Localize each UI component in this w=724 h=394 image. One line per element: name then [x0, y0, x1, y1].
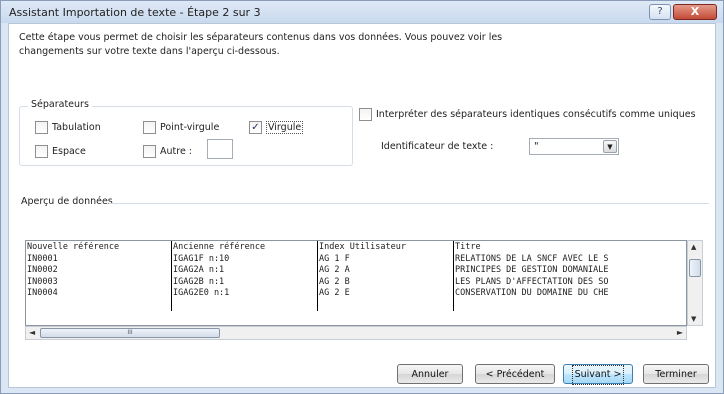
- scroll-left-icon[interactable]: ◄: [29, 328, 35, 337]
- instructions: Cette étape vous permet de choisir les s…: [19, 31, 659, 59]
- horizontal-scroll-thumb[interactable]: III: [40, 328, 220, 338]
- cancel-button-label: Annuler: [411, 369, 449, 380]
- preview-column-header: Titre: [455, 242, 481, 252]
- import-wizard-window: Assistant Importation de texte - Étape 2…: [0, 0, 724, 394]
- preview-divider: [109, 203, 709, 204]
- dialog-body: Cette étape vous permet de choisir les s…: [8, 23, 716, 388]
- preview-cell: IGAG1F n:10: [173, 253, 230, 264]
- preview-vertical-scrollbar[interactable]: ▲ ▼: [687, 240, 703, 326]
- tab-checkbox-box[interactable]: [35, 121, 48, 134]
- preview-cell: IGAG2E0 n:1: [173, 288, 230, 298]
- preview-column-2[interactable]: Ancienne référence IGAG1F n:10 IGAG2A n:…: [172, 241, 318, 311]
- preview-column-4[interactable]: Titre RELATIONS DE LA SNCF AVEC LE S PRI…: [454, 241, 686, 311]
- preview-column-1[interactable]: Nouvelle référence IN0001 IN0002 IN0003 …: [26, 241, 172, 311]
- tab-checkbox-label: Tabulation: [52, 122, 101, 133]
- preview-column-3[interactable]: Index Utilisateur AG 1 F AG 2 A AG 2 B A…: [318, 241, 454, 311]
- preview-cell: IGAG2A n:1: [173, 265, 225, 275]
- preview-cell: AG 2 E: [319, 288, 350, 298]
- scroll-up-icon[interactable]: ▲: [691, 243, 696, 251]
- finish-button-label: Terminer: [655, 369, 697, 380]
- other-checkbox-label: Autre :: [160, 146, 193, 157]
- preview-cell: LES PLANS D'AFFECTATION DES SO: [455, 276, 609, 287]
- preview-horizontal-scrollbar[interactable]: ◄ III ►: [25, 326, 687, 340]
- preview-label: Aperçu de données: [21, 196, 113, 207]
- comma-checkbox-box[interactable]: ✓: [249, 121, 262, 134]
- text-qualifier-label: Identificateur de texte :: [381, 141, 494, 152]
- comma-checkbox-label: Virgule: [266, 121, 304, 134]
- text-qualifier-select[interactable]: " ▼: [529, 138, 619, 155]
- space-checkbox-label: Espace: [52, 146, 86, 157]
- vertical-scroll-thumb[interactable]: [689, 259, 701, 277]
- cancel-button[interactable]: Annuler: [397, 364, 463, 384]
- chevron-down-icon[interactable]: ▼: [603, 140, 617, 153]
- preview-cell: IGAG2B n:1: [173, 276, 225, 287]
- previous-button[interactable]: < Précédent: [475, 364, 555, 384]
- preview-cell: IN0004: [27, 288, 58, 298]
- other-checkbox-box[interactable]: [143, 145, 156, 158]
- comma-checkbox[interactable]: ✓ Virgule: [249, 121, 304, 134]
- close-button[interactable]: X: [673, 4, 717, 20]
- preview-column-header: Index Utilisateur: [319, 242, 406, 252]
- space-checkbox[interactable]: Espace: [35, 145, 86, 158]
- previous-button-label: < Précédent: [485, 369, 545, 380]
- preview-cell: AG 2 A: [319, 265, 350, 275]
- window-title: Assistant Importation de texte - Étape 2…: [9, 6, 261, 19]
- other-checkbox[interactable]: Autre :: [143, 145, 192, 158]
- preview-column-header: Ancienne référence: [173, 242, 266, 252]
- semicolon-checkbox[interactable]: Point-virgule: [143, 121, 219, 134]
- semicolon-checkbox-box[interactable]: [143, 121, 156, 134]
- preview-cell: AG 2 B: [319, 276, 350, 287]
- preview-cell: AG 1 F: [319, 253, 350, 264]
- text-qualifier-value: ": [534, 141, 539, 152]
- preview-column-header: Nouvelle référence: [27, 242, 120, 252]
- finish-button[interactable]: Terminer: [643, 364, 709, 384]
- help-button[interactable]: ?: [649, 4, 671, 20]
- preview-cell: IN0003: [27, 276, 58, 287]
- other-separator-input[interactable]: [207, 139, 233, 159]
- space-checkbox-box[interactable]: [35, 145, 48, 158]
- title-bar[interactable]: Assistant Importation de texte - Étape 2…: [1, 1, 723, 23]
- scroll-right-icon[interactable]: ►: [677, 328, 683, 337]
- preview-cell: IN0002: [27, 265, 58, 275]
- separators-legend: Séparateurs: [28, 99, 92, 110]
- instructions-line-2: changements sur votre texte dans l'aperç…: [19, 46, 280, 57]
- scroll-down-icon[interactable]: ▼: [691, 315, 696, 323]
- next-button-label: Suivant >: [571, 365, 625, 385]
- data-preview[interactable]: Nouvelle référence IN0001 IN0002 IN0003 …: [25, 240, 687, 326]
- instructions-line-1: Cette étape vous permet de choisir les s…: [19, 32, 503, 43]
- preview-cell: PRINCIPES DE GESTION DOMANIALE: [455, 265, 609, 275]
- next-button[interactable]: Suivant >: [563, 364, 633, 385]
- consecutive-separators-checkbox-box[interactable]: [359, 108, 372, 121]
- consecutive-separators-checkbox[interactable]: Interpréter des séparateurs identiques c…: [359, 108, 696, 121]
- preview-cell: IN0001: [27, 253, 58, 264]
- preview-cell: RELATIONS DE LA SNCF AVEC LE S: [455, 253, 609, 264]
- tab-checkbox[interactable]: Tabulation: [35, 121, 101, 134]
- semicolon-checkbox-label: Point-virgule: [160, 122, 220, 133]
- preview-cell: CONSERVATION DU DOMAINE DU CHE: [455, 288, 609, 298]
- consecutive-separators-label: Interpréter des séparateurs identiques c…: [376, 109, 696, 120]
